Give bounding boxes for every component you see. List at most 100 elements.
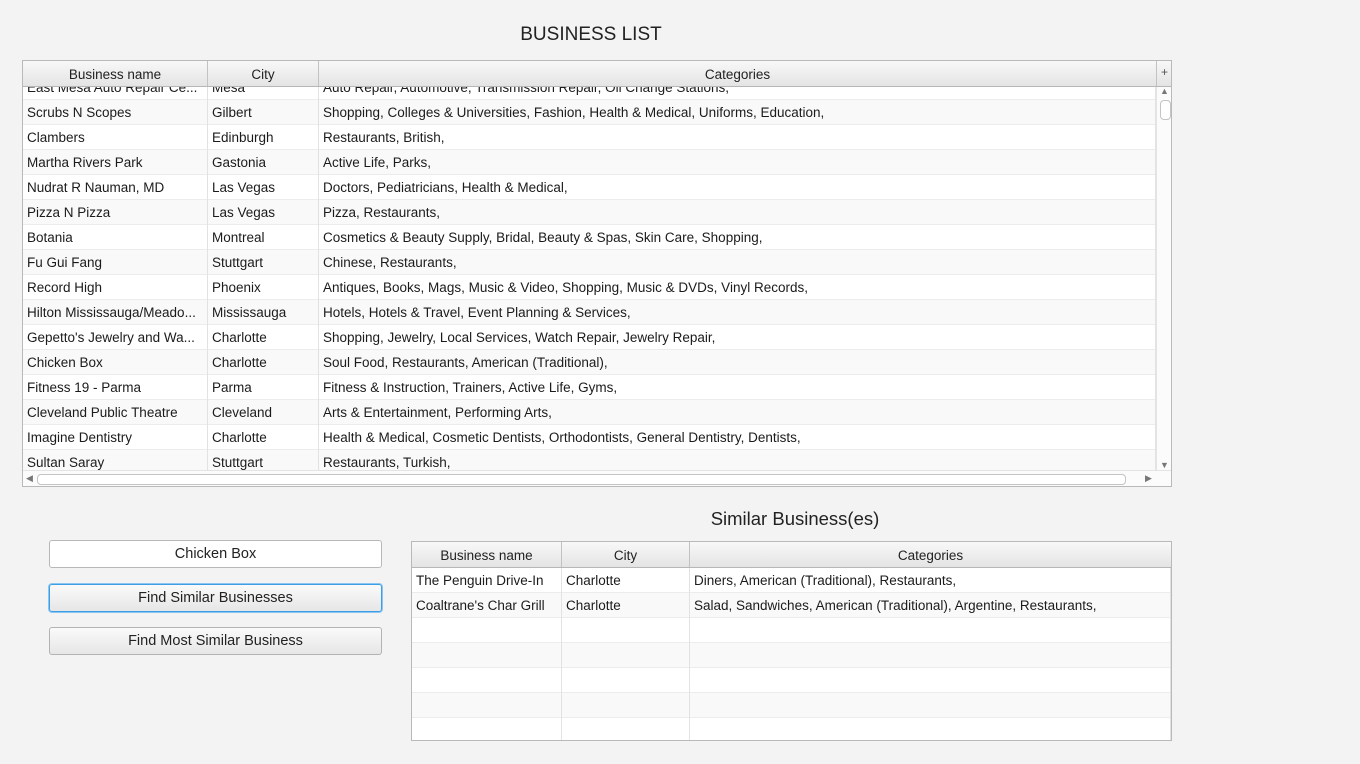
table-row[interactable]: Gepetto's Jewelry and Wa... Charlotte Shop… [23,325,1156,350]
cell-city: Las Vegas [208,175,319,200]
table-row[interactable]: The Penguin Drive-In Charlotte Diners, Ame… [412,568,1171,593]
cell-business-name [412,643,562,668]
vertical-scroll-thumb[interactable] [1160,100,1171,120]
column-header-city[interactable]: City [208,61,319,86]
column-header-business-name[interactable]: Business name [412,542,562,567]
table-row[interactable]: Clambers Edinburgh Restaurants, British, [23,125,1156,150]
cell-categories: Antiques, Books, Mags, Music & Video, Sh… [319,275,1156,300]
column-menu-icon[interactable]: + [1156,61,1171,86]
cell-categories: Hotels, Hotels & Travel, Event Planning … [319,300,1156,325]
cell-business-name [412,618,562,643]
table-row[interactable]: Pizza N Pizza Las Vegas Pizza, Restaurants… [23,200,1156,225]
cell-business-name: Botania [23,225,208,250]
column-header-business-name[interactable]: Business name [23,61,208,86]
cell-city: Las Vegas [208,200,319,225]
similar-table-header: Business name City Categories [412,542,1171,568]
find-similar-businesses-button[interactable]: Find Similar Businesses [49,584,382,612]
cell-categories: Soul Food, Restaurants, American (Tradit… [319,350,1156,375]
table-row[interactable] [412,668,1171,693]
cell-city [562,643,690,668]
business-table[interactable]: Business name City Categories + East Mes… [22,60,1172,487]
cell-city: Gastonia [208,150,319,175]
column-header-city[interactable]: City [562,542,690,567]
cell-city [562,618,690,643]
column-header-categories[interactable]: Categories [319,61,1157,86]
cell-city: Stuttgart [208,450,319,470]
table-row[interactable] [412,618,1171,643]
cell-business-name: Martha Rivers Park [23,150,208,175]
cell-business-name: Chicken Box [23,350,208,375]
cell-categories: Auto Repair, Automotive, Transmission Re… [319,87,1156,100]
cell-categories: Cosmetics & Beauty Supply, Bridal, Beaut… [319,225,1156,250]
table-row[interactable] [412,693,1171,718]
cell-business-name: Clambers [23,125,208,150]
cell-city: Charlotte [562,593,690,618]
cell-categories: Salad, Sandwiches, American (Traditional… [690,593,1171,618]
cell-business-name: Imagine Dentistry [23,425,208,450]
table-row[interactable]: Fitness 19 - Parma Parma Fitness & Instruc… [23,375,1156,400]
business-table-header: Business name City Categories [23,61,1171,87]
cell-city: Edinburgh [208,125,319,150]
cell-categories [690,618,1171,643]
business-name-input[interactable]: Chicken Box [49,540,382,568]
scroll-left-arrow-icon[interactable]: ◀ [26,473,33,484]
cell-city: Parma [208,375,319,400]
scroll-up-arrow-icon[interactable]: ▲ [1160,86,1169,96]
table-row[interactable]: Coaltrane's Char Grill Charlotte Salad, Sa… [412,593,1171,618]
cell-categories [690,693,1171,718]
table-row[interactable]: East Mesa Auto Repair Ce... Mesa Auto Repa… [23,87,1156,100]
cell-categories [690,643,1171,668]
cell-categories: Fitness & Instruction, Trainers, Active … [319,375,1156,400]
cell-categories: Restaurants, Turkish, [319,450,1156,470]
column-header-categories[interactable]: Categories [690,542,1171,567]
cell-business-name: Record High [23,275,208,300]
page-title: BUSINESS LIST [520,24,662,45]
table-row[interactable]: Nudrat R Nauman, MD Las Vegas Doctors, Ped… [23,175,1156,200]
cell-categories: Diners, American (Traditional), Restaura… [690,568,1171,593]
cell-city: Charlotte [208,325,319,350]
table-row[interactable]: Record High Phoenix Antiques, Books, Mags,… [23,275,1156,300]
cell-city [562,718,690,740]
cell-business-name: Nudrat R Nauman, MD [23,175,208,200]
table-row[interactable] [412,643,1171,668]
table-row[interactable]: Cleveland Public Theatre Cleveland Arts & … [23,400,1156,425]
vertical-scrollbar[interactable]: ▲ ▼ [1156,86,1171,470]
cell-business-name [412,718,562,740]
horizontal-scrollbar[interactable]: ◀ ▶ [23,470,1171,486]
cell-business-name: East Mesa Auto Repair Ce... [23,87,208,100]
table-row[interactable]: Fu Gui Fang Stuttgart Chinese, Restaurants… [23,250,1156,275]
cell-categories [690,668,1171,693]
table-row[interactable]: Scrubs N Scopes Gilbert Shopping, Colleges… [23,100,1156,125]
cell-city: Mississauga [208,300,319,325]
similar-businesses-table[interactable]: Business name City Categories The Pengui… [411,541,1172,741]
table-row[interactable]: Sultan Saray Stuttgart Restaurants, Turkis… [23,450,1156,470]
table-row[interactable]: Botania Montreal Cosmetics & Beauty Supply… [23,225,1156,250]
cell-city: Phoenix [208,275,319,300]
table-row[interactable]: Imagine Dentistry Charlotte Health & Medic… [23,425,1156,450]
cell-business-name: Fitness 19 - Parma [23,375,208,400]
cell-city: Gilbert [208,100,319,125]
similar-table-body: The Penguin Drive-In Charlotte Diners, Ame… [412,568,1171,740]
cell-business-name: Gepetto's Jewelry and Wa... [23,325,208,350]
cell-categories: Pizza, Restaurants, [319,200,1156,225]
cell-city: Montreal [208,225,319,250]
cell-city: Charlotte [208,350,319,375]
scroll-down-arrow-icon[interactable]: ▼ [1160,460,1169,470]
table-row[interactable]: Martha Rivers Park Gastonia Active Life, P… [23,150,1156,175]
cell-categories: Shopping, Jewelry, Local Services, Watch… [319,325,1156,350]
find-most-similar-business-button[interactable]: Find Most Similar Business [49,627,382,655]
table-row[interactable]: Hilton Mississauga/Meado... Mississauga Ho… [23,300,1156,325]
cell-categories: Arts & Entertainment, Performing Arts, [319,400,1156,425]
cell-categories [690,718,1171,740]
horizontal-scroll-thumb[interactable] [37,474,1126,485]
scroll-right-arrow-icon[interactable]: ▶ [1145,473,1152,484]
cell-city: Charlotte [208,425,319,450]
cell-business-name: Scrubs N Scopes [23,100,208,125]
cell-categories: Doctors, Pediatricians, Health & Medical… [319,175,1156,200]
cell-business-name: Cleveland Public Theatre [23,400,208,425]
table-row[interactable] [412,718,1171,740]
cell-business-name: Pizza N Pizza [23,200,208,225]
cell-business-name [412,693,562,718]
cell-city: Charlotte [562,568,690,593]
table-row[interactable]: Chicken Box Charlotte Soul Food, Restauran… [23,350,1156,375]
